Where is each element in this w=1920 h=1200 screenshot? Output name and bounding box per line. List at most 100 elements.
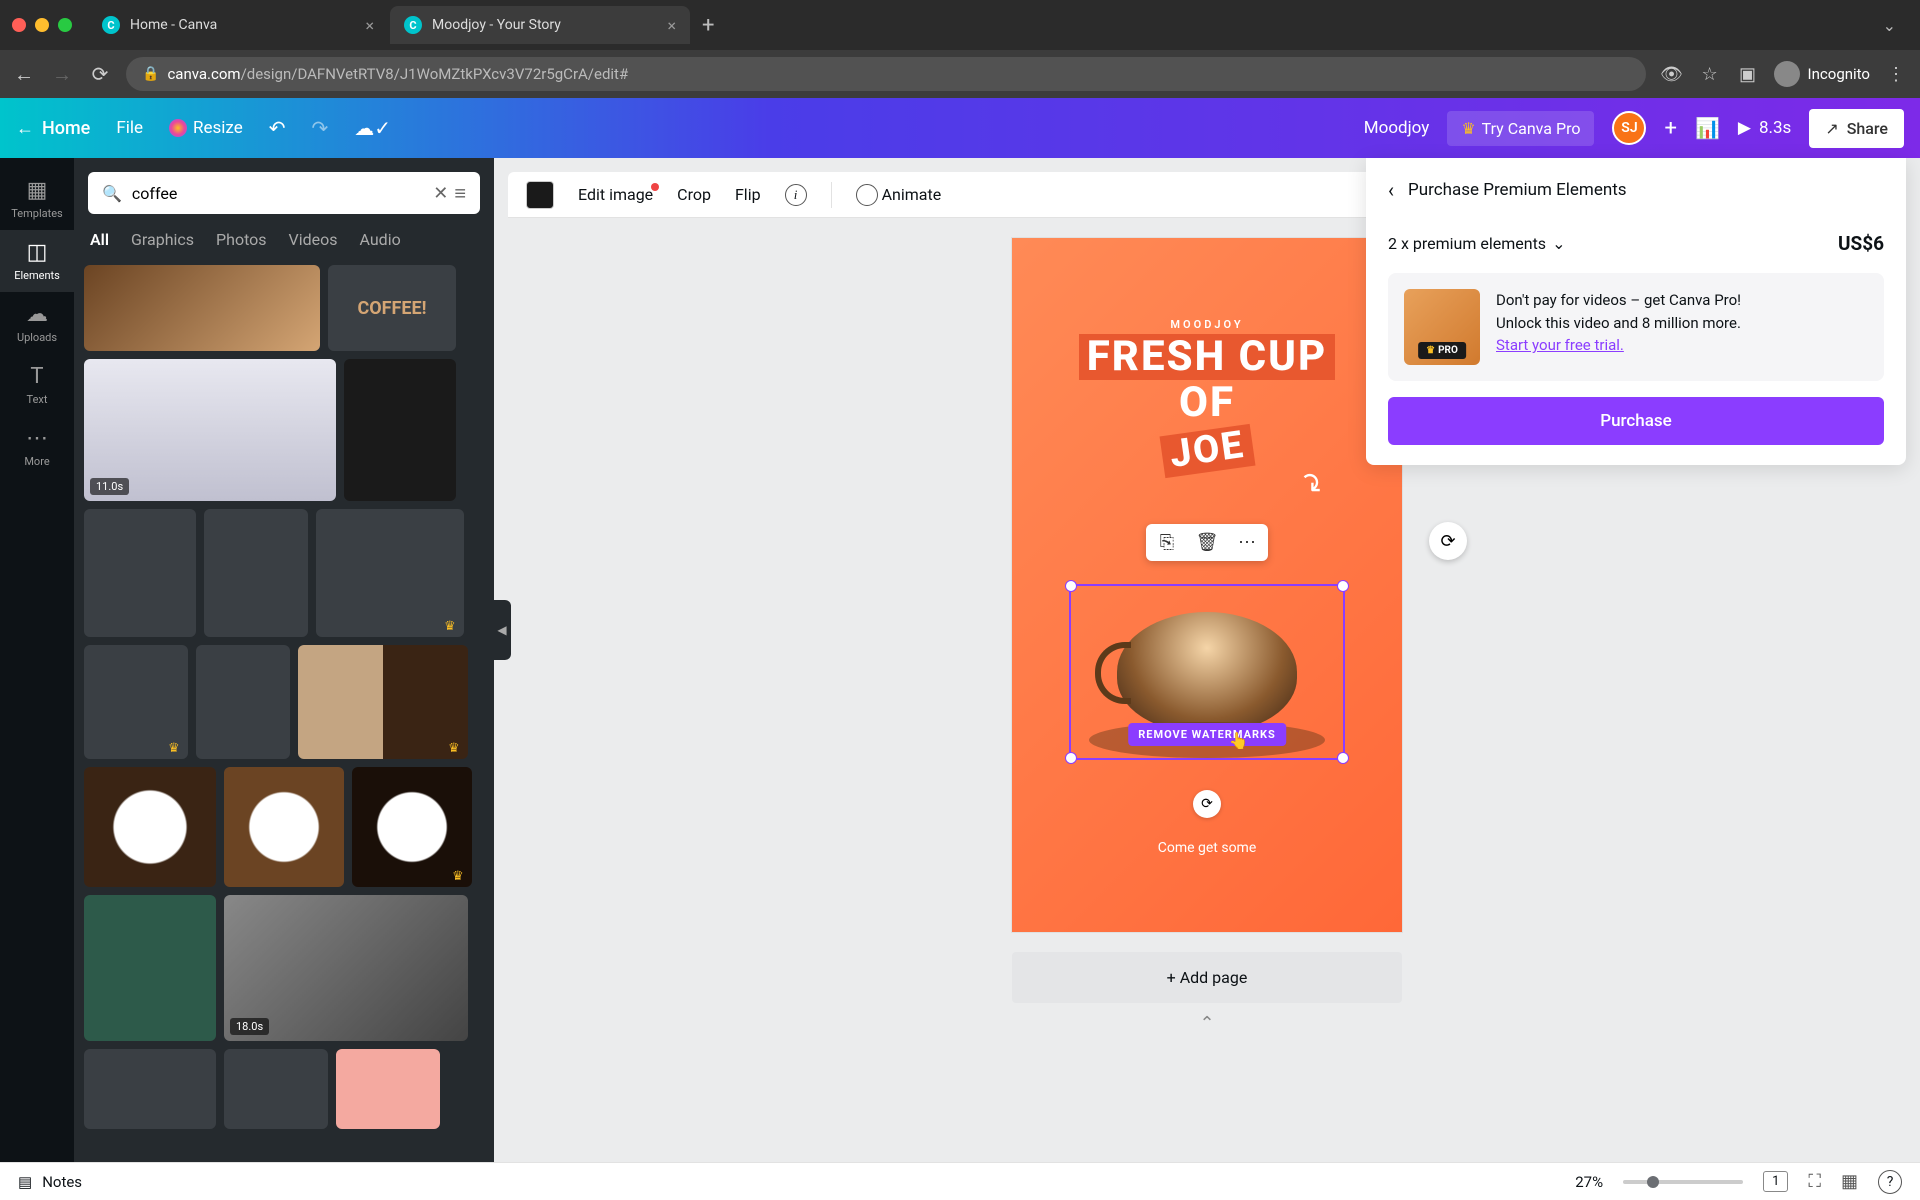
zoom-slider[interactable] — [1623, 1180, 1743, 1184]
result-item[interactable] — [196, 645, 290, 759]
tabs-overflow-icon[interactable]: ⌄ — [1883, 16, 1896, 35]
result-item[interactable] — [204, 509, 308, 637]
menu-icon[interactable]: ⋮ — [1884, 64, 1908, 85]
page-footer-text[interactable]: Come get some — [1012, 840, 1402, 856]
duplicate-button[interactable]: ⎘ — [1154, 532, 1180, 553]
add-user-button[interactable]: + — [1664, 116, 1676, 141]
rotate-handle[interactable]: ⟳ — [1193, 790, 1221, 818]
notes-button[interactable]: ▤ Notes — [18, 1173, 82, 1191]
fullscreen-icon[interactable]: ⛶ — [1808, 1171, 1821, 1192]
more-actions-button[interactable]: ⋯ — [1234, 532, 1260, 553]
browser-tab-0[interactable]: C Home - Canva × — [88, 6, 388, 44]
result-item[interactable] — [336, 1049, 440, 1129]
result-item[interactable]: 18.0s — [224, 895, 468, 1041]
search-box[interactable]: 🔍 ✕ ≡ — [88, 172, 480, 214]
page-indicator[interactable]: 1 — [1763, 1171, 1788, 1192]
window-minimize[interactable] — [35, 18, 49, 32]
delete-button[interactable]: 🗑 — [1194, 532, 1220, 553]
back-button[interactable]: ← — [12, 62, 36, 87]
grid-view-icon[interactable]: ▦ — [1841, 1171, 1858, 1192]
nav-label: Text — [27, 393, 48, 406]
regenerate-button[interactable]: ⟳ — [1429, 522, 1467, 560]
selected-element[interactable]: ⎘ 🗑 ⋯ REMOVE WATERMARKS 👆 ⟳ — [1069, 584, 1345, 760]
result-item[interactable] — [84, 265, 320, 351]
result-item[interactable] — [224, 1049, 328, 1129]
play-button[interactable]: ▶ 8.3s — [1738, 118, 1791, 138]
edit-image-button[interactable]: Edit image — [578, 185, 653, 204]
result-item[interactable] — [84, 895, 216, 1041]
add-page-button[interactable]: + Add page — [1012, 952, 1402, 1003]
elements-summary-dropdown[interactable]: 2 x premium elements ⌄ — [1388, 234, 1565, 253]
nav-text[interactable]: T Text — [0, 354, 74, 416]
panel-tab-graphics[interactable]: Graphics — [131, 230, 194, 255]
try-pro-button[interactable]: ♛ Try Canva Pro — [1447, 111, 1594, 146]
result-item[interactable]: ♛ — [84, 645, 188, 759]
cloud-sync-icon[interactable]: ☁✓ — [354, 116, 391, 140]
search-input[interactable] — [132, 184, 427, 203]
filter-icon[interactable]: ≡ — [454, 181, 466, 206]
forward-button[interactable]: → — [50, 62, 74, 87]
chevron-down-icon: ⌄ — [1552, 234, 1565, 253]
zoom-slider-thumb[interactable] — [1647, 1176, 1659, 1188]
resize-handle-sw[interactable] — [1065, 752, 1077, 764]
page-collapse-icon[interactable]: ⌃ — [1199, 1013, 1214, 1034]
page-brand-text[interactable]: MOODJOY — [1170, 318, 1243, 331]
bookmark-icon[interactable]: ☆ — [1698, 64, 1722, 85]
flip-button[interactable]: Flip — [735, 185, 761, 204]
close-icon[interactable]: × — [365, 16, 374, 35]
nav-uploads[interactable]: ☁ Uploads — [0, 292, 74, 354]
home-button[interactable]: ← Home — [16, 118, 90, 139]
canvas-page[interactable]: MOODJOY FRESH CUP OF JOE ↷ ⎘ 🗑 ⋯ — [1012, 238, 1402, 932]
result-item[interactable]: ♛ — [352, 767, 472, 887]
project-name[interactable]: Moodjoy — [1364, 118, 1430, 138]
nav-templates[interactable]: ▦ Templates — [0, 168, 74, 230]
result-item[interactable] — [224, 767, 344, 887]
panel-tab-photos[interactable]: Photos — [216, 230, 267, 255]
resize-handle-nw[interactable] — [1065, 580, 1077, 592]
window-maximize[interactable] — [58, 18, 72, 32]
start-trial-link[interactable]: Start your free trial. — [1496, 336, 1624, 354]
animate-button[interactable]: Animate — [856, 184, 942, 206]
redo-button[interactable]: ↷ — [311, 116, 328, 140]
undo-button[interactable]: ↶ — [269, 116, 286, 140]
extensions-icon[interactable]: ▣ — [1736, 64, 1760, 85]
result-item[interactable] — [84, 767, 216, 887]
nav-more[interactable]: ⋯ More — [0, 416, 74, 478]
close-icon[interactable]: × — [667, 16, 676, 35]
user-avatar[interactable]: SJ — [1612, 111, 1646, 145]
back-button[interactable]: ‹ — [1388, 178, 1394, 202]
browser-tab-1[interactable]: C Moodjoy - Your Story × — [390, 6, 690, 44]
resize-button[interactable]: Resize — [169, 118, 243, 138]
page-title[interactable]: FRESH CUP OF JOE — [1012, 334, 1402, 473]
clear-search-button[interactable]: ✕ — [433, 183, 448, 204]
reload-button[interactable]: ⟳ — [88, 62, 112, 86]
eye-icon[interactable]: 👁 — [1660, 64, 1684, 85]
remove-watermarks-button[interactable]: REMOVE WATERMARKS — [1128, 723, 1286, 746]
resize-handle-se[interactable] — [1337, 752, 1349, 764]
new-tab-button[interactable]: + — [702, 13, 714, 38]
result-item[interactable]: COFFEE! — [328, 265, 456, 351]
nav-elements[interactable]: ◫ Elements — [0, 230, 74, 292]
zoom-label[interactable]: 27% — [1575, 1173, 1603, 1191]
result-item[interactable] — [84, 1049, 216, 1129]
result-item[interactable]: ♛ — [298, 645, 468, 759]
panel-collapse-button[interactable]: ◀ — [493, 600, 511, 660]
address-bar[interactable]: 🔒 canva.com/design/DAFNVetRTV8/J1WoMZtkP… — [126, 57, 1646, 91]
file-menu[interactable]: File — [116, 118, 143, 138]
help-icon[interactable]: ? — [1878, 1170, 1902, 1194]
result-item[interactable]: 11.0s — [84, 359, 336, 501]
panel-tab-videos[interactable]: Videos — [289, 230, 338, 255]
crop-button[interactable]: Crop — [677, 185, 711, 204]
window-close[interactable] — [12, 18, 26, 32]
panel-tab-audio[interactable]: Audio — [360, 230, 401, 255]
result-item[interactable]: ♛ — [316, 509, 464, 637]
insights-icon[interactable]: 📊 — [1695, 116, 1720, 140]
panel-tab-all[interactable]: All — [90, 230, 109, 255]
resize-handle-ne[interactable] — [1337, 580, 1349, 592]
result-item[interactable] — [344, 359, 456, 501]
result-item[interactable] — [84, 509, 196, 637]
info-icon[interactable]: i — [785, 184, 807, 206]
purchase-button[interactable]: Purchase — [1388, 397, 1884, 445]
share-button[interactable]: ↗ Share — [1809, 109, 1904, 148]
color-swatch[interactable] — [526, 181, 554, 209]
